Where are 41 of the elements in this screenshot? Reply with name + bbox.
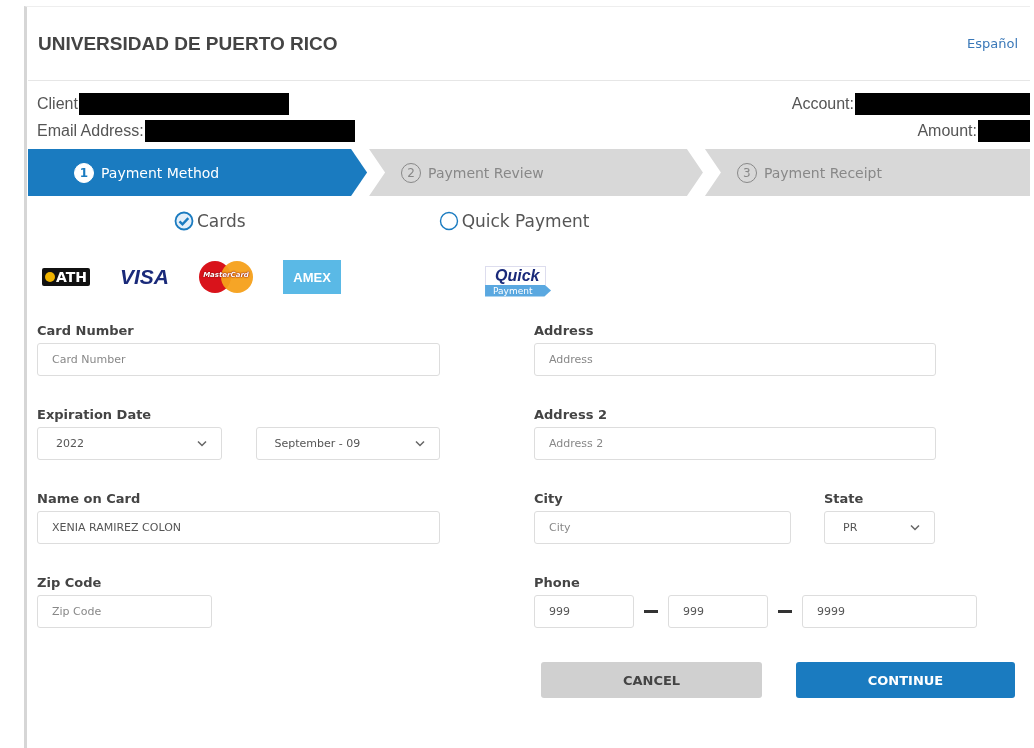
field-label: Address — [534, 323, 595, 340]
select-field[interactable]: 2022 — [37, 427, 222, 460]
ath-logo: ATH — [42, 268, 90, 286]
input-field[interactable]: City — [534, 511, 791, 544]
info-label: Email Address: — [37, 122, 144, 140]
input-field[interactable]: Address 2 — [534, 427, 936, 460]
field-label: Phone — [534, 575, 581, 592]
field-label: Name on Card — [37, 491, 142, 508]
select-field[interactable]: September - 09 — [255, 427, 440, 460]
visa-logo: VISA — [120, 265, 170, 289]
field-label: State — [824, 491, 865, 508]
page-title: UNIVERSIDAD DE PUERTO RICO — [38, 32, 338, 55]
language-link[interactable]: Español — [967, 36, 1018, 51]
chevron-down-icon — [910, 524, 920, 531]
field-label: Zip Code — [37, 575, 103, 592]
form-button[interactable]: CONTINUE — [796, 662, 1015, 698]
select-field[interactable]: PR — [824, 511, 935, 544]
form-button[interactable]: CANCEL — [541, 662, 762, 698]
input-field[interactable]: XENIA RAMIREZ COLON — [37, 511, 440, 544]
input-field[interactable]: 9999 — [802, 595, 977, 628]
step-tab[interactable]: 1 Payment Method — [28, 149, 368, 196]
input-field[interactable]: 999 — [534, 595, 634, 628]
amex-logo: AMEX — [283, 260, 342, 294]
field-label: City — [534, 491, 564, 508]
input-field[interactable]: Card Number — [37, 343, 440, 376]
info-label: Client — [37, 95, 78, 113]
dash-separator — [644, 610, 658, 613]
redaction-bar — [978, 120, 1030, 142]
input-field[interactable]: Address — [534, 343, 936, 376]
field-label: Expiration Date — [37, 407, 153, 424]
input-field[interactable]: 999 — [668, 595, 768, 628]
chevron-down-icon — [415, 440, 425, 447]
input-field[interactable]: Zip Code — [37, 595, 212, 628]
info-label: Account: — [791, 95, 854, 113]
payment-option-radio[interactable]: Cards — [174, 211, 246, 231]
dash-separator — [778, 610, 792, 613]
info-label: Amount: — [917, 122, 977, 140]
field-label: Card Number — [37, 323, 135, 340]
payment-option-radio[interactable]: Quick Payment — [438, 211, 590, 231]
chevron-down-icon — [196, 440, 207, 447]
field-label: Address 2 — [534, 407, 608, 424]
